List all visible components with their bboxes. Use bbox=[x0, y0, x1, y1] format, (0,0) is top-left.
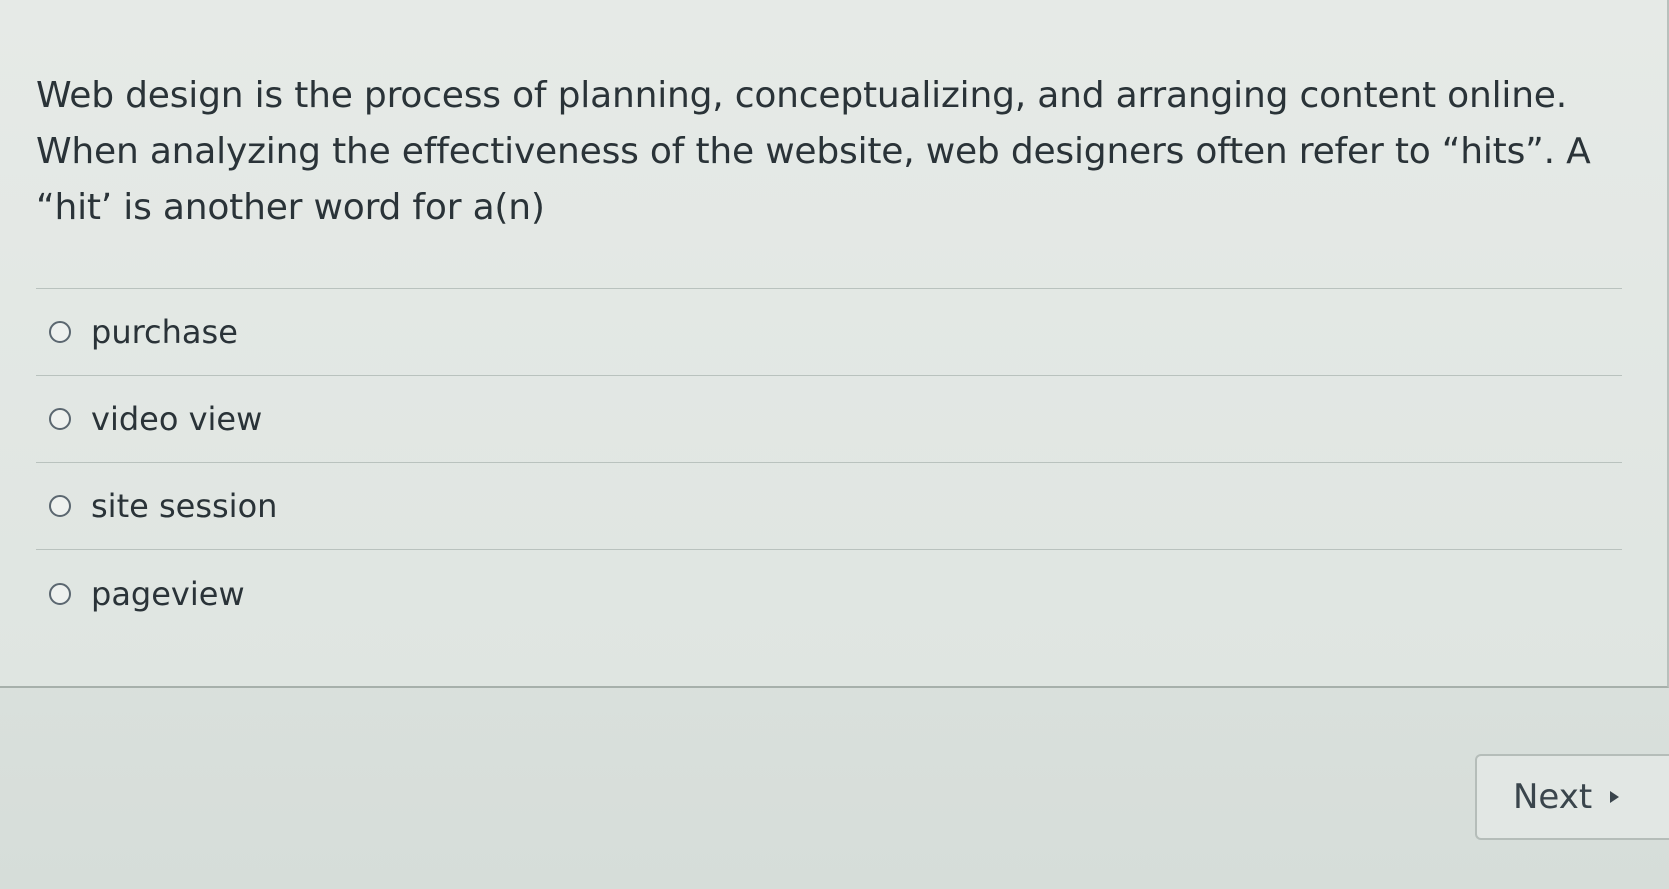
answer-option-site-session[interactable]: site session bbox=[36, 463, 1622, 550]
quiz-page: Web design is the process of planning, c… bbox=[0, 0, 1669, 889]
next-button[interactable]: Next bbox=[1475, 754, 1669, 840]
radio-button[interactable] bbox=[49, 582, 71, 605]
answer-list: purchase video view site session pagevie… bbox=[36, 288, 1622, 637]
answer-label: site session bbox=[91, 487, 278, 525]
radio-button[interactable] bbox=[49, 495, 71, 517]
answer-label: pageview bbox=[91, 574, 245, 613]
answer-option-video-view[interactable]: video view bbox=[36, 376, 1622, 463]
answer-option-purchase[interactable]: purchase bbox=[36, 289, 1622, 376]
question-card: Web design is the process of planning, c… bbox=[0, 0, 1669, 688]
question-text: Web design is the process of planning, c… bbox=[36, 75, 1591, 228]
answer-option-pageview[interactable]: pageview bbox=[36, 550, 1622, 637]
radio-button[interactable] bbox=[49, 408, 71, 430]
radio-button[interactable] bbox=[49, 321, 71, 343]
triangle-right-icon bbox=[1610, 791, 1620, 803]
answer-label: purchase bbox=[91, 313, 238, 351]
answer-label: video view bbox=[91, 400, 263, 438]
next-button-label: Next bbox=[1513, 777, 1593, 817]
